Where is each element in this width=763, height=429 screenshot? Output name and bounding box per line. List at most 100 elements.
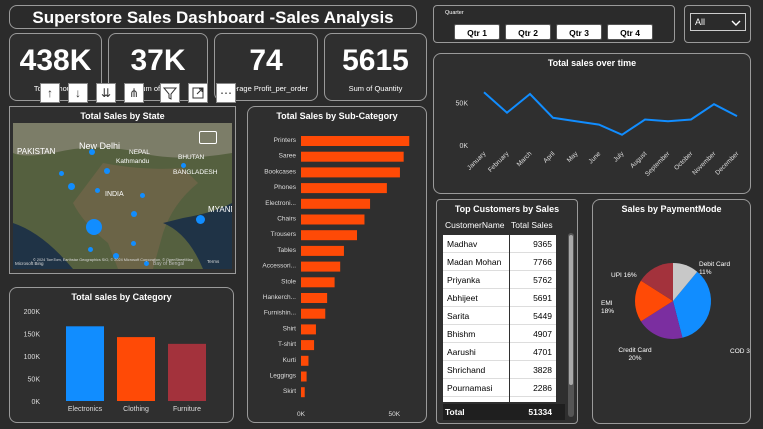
table-row[interactable]: Abhijeet 5691	[443, 289, 565, 307]
x-tick-label: December	[714, 150, 741, 177]
bar[interactable]	[301, 198, 371, 209]
y-tick-label: 0K	[459, 143, 468, 150]
expand-next-level-icon[interactable]: ⇊	[96, 83, 116, 103]
table-row[interactable]: Sarita 5449	[443, 307, 565, 325]
series-line[interactable]	[483, 91, 738, 136]
table-row[interactable]: Shrichand 3828	[443, 361, 565, 379]
customer-name-cell: Aarushi	[443, 343, 509, 361]
bar[interactable]	[168, 343, 206, 401]
map-bubble[interactable]	[181, 163, 186, 168]
table-row[interactable]: Pournamasi 2286	[443, 379, 565, 397]
y-tick-label: Shirt	[283, 325, 297, 332]
bar[interactable]	[301, 214, 365, 225]
pie-data-label: EMI 18%	[601, 300, 614, 315]
more-options-icon[interactable]: ⋯	[216, 83, 236, 103]
bar[interactable]	[66, 326, 104, 401]
drill-down-icon[interactable]: ↓	[68, 83, 88, 103]
focus-mode-icon[interactable]	[188, 83, 208, 103]
map-view[interactable]: PAKISTAN New Delhi NEPAL Kathmandu BHUTA…	[13, 123, 232, 269]
table-scrollbar-thumb[interactable]	[569, 235, 573, 385]
kpi-value: 5615	[342, 44, 409, 77]
bar[interactable]	[301, 324, 316, 335]
drill-up-icon[interactable]: ↑	[40, 83, 60, 103]
bar[interactable]	[301, 371, 307, 382]
bar[interactable]	[301, 136, 410, 146]
table-row[interactable]: Bhishm 4907	[443, 325, 565, 343]
bar[interactable]	[301, 340, 315, 351]
y-tick-label: Bookcases	[264, 168, 297, 175]
bar[interactable]	[117, 337, 155, 401]
y-tick-label: Hankerch...	[263, 294, 296, 301]
customer-name-cell: Bharat	[443, 397, 509, 402]
y-tick-label: Tables	[277, 247, 297, 254]
table-row[interactable]: Bharat1579	[443, 397, 565, 402]
y-tick-label: Skirt	[283, 388, 296, 395]
bar[interactable]	[301, 308, 326, 319]
bar[interactable]	[301, 230, 357, 241]
map-label-bangladesh: BANGLADESH	[173, 169, 218, 176]
bar[interactable]	[301, 387, 305, 398]
map-terms-link[interactable]: Terms	[207, 259, 219, 264]
map-bubble[interactable]	[95, 188, 100, 193]
map-label-pakistan: PAKISTAN	[17, 147, 56, 156]
map-bubble[interactable]	[196, 215, 205, 224]
filter-dropdown[interactable]: All	[690, 13, 746, 31]
customer-name-cell: Pournamasi	[443, 379, 509, 397]
map-bubble[interactable]	[131, 211, 137, 217]
map-select-icon[interactable]	[199, 131, 217, 144]
map-bubble[interactable]	[68, 183, 75, 190]
map-bubble[interactable]	[86, 219, 102, 235]
category-chart-title: Total sales by Category	[71, 292, 172, 302]
kpi-card-sum-of-quantity: 5615 Sum of Quantity	[324, 33, 427, 101]
x-tick-label: 50K	[389, 411, 401, 418]
y-tick-label: Chairs	[277, 216, 297, 223]
table-header-sales[interactable]: Total Sales	[511, 220, 553, 230]
qtr-4-button[interactable]: Qtr 4	[607, 24, 653, 40]
pie-data-label: COD 35%	[730, 348, 750, 355]
table-row[interactable]: Madan Mohan 7766	[443, 253, 565, 271]
y-tick-label: Accessori...	[262, 263, 296, 270]
expand-hierarchy-icon[interactable]: ⋔	[124, 83, 144, 103]
map-bubble[interactable]	[131, 241, 136, 246]
map-bubble[interactable]	[104, 168, 110, 174]
qtr-3-button[interactable]: Qtr 3	[556, 24, 602, 40]
y-tick-label: 50K	[456, 101, 469, 108]
filter-icon[interactable]	[160, 83, 180, 103]
map-bubble[interactable]	[59, 171, 64, 176]
customer-name-cell: Madhav	[443, 235, 509, 253]
map-bubble[interactable]	[89, 149, 95, 155]
table-row[interactable]: Madhav 9365	[443, 235, 565, 253]
bar[interactable]	[301, 167, 400, 178]
table-row[interactable]: Priyanka 5762	[443, 271, 565, 289]
map-panel: Total Sales by State PAKISTAN New Delhi …	[9, 106, 236, 274]
customer-name-cell: Priyanka	[443, 271, 509, 289]
table-header-name[interactable]: CustomerName	[445, 220, 505, 230]
bar[interactable]	[301, 261, 341, 272]
map-bubble[interactable]	[140, 193, 145, 198]
subcategory-chart-title: Total Sales by Sub-Category	[276, 111, 398, 121]
y-tick-label: Kurti	[283, 357, 296, 364]
customer-sales-cell: 2286	[510, 379, 556, 397]
bar[interactable]	[301, 245, 344, 256]
payment-chart-panel: Sales by PaymentMode COD 35% Credit Card2…	[592, 199, 751, 424]
x-tick-label: May	[566, 150, 580, 164]
bar[interactable]	[301, 151, 404, 162]
qtr-1-button[interactable]: Qtr 1	[454, 24, 500, 40]
x-tick-label: August	[629, 150, 648, 169]
payment-pie-chart: COD 35% Credit Card20% EMI18% UPI 16% Debit …	[601, 261, 750, 362]
bar[interactable]	[301, 293, 328, 303]
table-row[interactable]: Aarushi 4701	[443, 343, 565, 361]
y-tick-label: Phones	[274, 184, 297, 191]
bar[interactable]	[301, 277, 335, 288]
map-label-myanmar: MYANM	[208, 205, 232, 214]
qtr-2-button[interactable]: Qtr 2	[505, 24, 551, 40]
bar[interactable]	[301, 355, 309, 366]
bar[interactable]	[301, 183, 387, 194]
customer-sales-cell: 9365	[510, 235, 556, 253]
table-scrollbar[interactable]	[568, 233, 574, 417]
map-bubble[interactable]	[88, 247, 93, 252]
subcategory-chart: Printers Saree Bookcases Phones Electroni...…	[262, 136, 410, 418]
customers-title: Top Customers by Sales	[454, 204, 560, 214]
map-label-bhutan: BHUTAN	[178, 154, 205, 161]
map-label-nepal: NEPAL	[129, 149, 150, 156]
